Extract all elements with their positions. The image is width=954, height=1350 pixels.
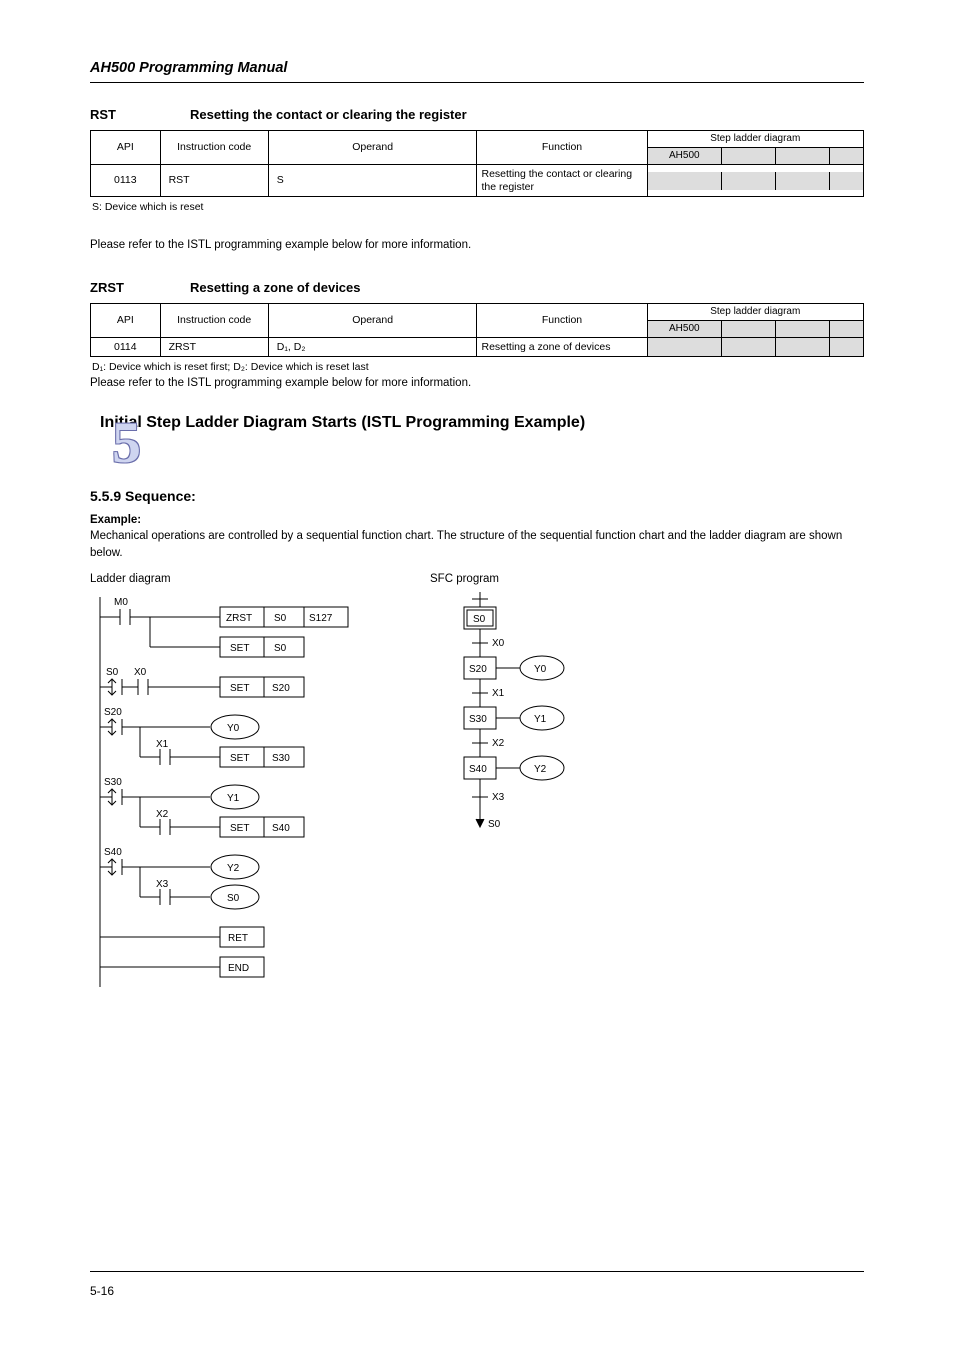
zrst-note1: D₁: Device which is reset first; D₂: Dev… [92,361,864,373]
zrst-api: 0114 [91,337,161,357]
svg-text:Y2: Y2 [227,863,240,874]
svg-text:X1: X1 [492,688,505,699]
svg-text:Y2: Y2 [534,764,547,775]
svg-text:S0: S0 [274,643,287,654]
svg-text:X0: X0 [492,638,505,649]
zrst-heading: ZRST Resetting a zone of devices [90,280,864,295]
st-c0: AH500 [648,148,722,164]
z-st-head: Step ladder diagram [648,304,863,320]
page-number: 5-16 [90,1284,114,1298]
svg-text:ZRST: ZRST [226,613,252,624]
rst-table-body: 0113 RST S Resetting the contact or clea… [90,164,864,197]
header-rule [90,82,864,83]
svg-text:X3: X3 [492,792,505,803]
section-number-icon: 5 [112,414,141,472]
svg-text:SET: SET [230,823,249,834]
svg-text:Y1: Y1 [534,714,547,725]
svg-text:RET: RET [228,933,248,944]
ladder-caption: Ladder diagram [90,573,390,585]
example-text: Mechanical operations are controlled by … [90,528,864,561]
svg-text:S40: S40 [469,764,487,775]
rst-heading: RST Resetting the contact or clearing th… [90,107,864,122]
svg-text:S0: S0 [488,819,501,830]
rst-name: Resetting the contact or clearing the re… [190,107,467,122]
zrst-mnemonic: ZRST [90,280,150,295]
rst-op: S [268,165,477,197]
zrst-fn: Resetting a zone of devices [477,337,647,357]
rst-table: API Instruction code Operand Function St… [90,130,864,165]
example-label: Example: [90,514,864,526]
rst-api: 0113 [91,165,161,197]
zrst-table: API Instruction code Operand Function St… [90,303,864,338]
svg-text:S20: S20 [272,683,290,694]
svg-text:END: END [228,963,249,974]
svg-text:SET: SET [230,643,249,654]
st-c2 [775,148,829,164]
st-c3 [829,148,863,164]
svg-text:S40: S40 [104,847,122,858]
svg-text:S0: S0 [106,667,119,678]
svg-text:S20: S20 [469,664,487,675]
svg-text:Y1: Y1 [227,793,240,804]
zrst-name: Resetting a zone of devices [190,280,361,295]
svg-text:S0: S0 [473,614,486,625]
svg-text:M0: M0 [114,597,128,608]
section-title: Initial Step Ladder Diagram Starts (ISTL… [100,414,864,432]
svg-text:X3: X3 [156,879,169,890]
z-col-api: API [91,303,161,337]
svg-text:Y0: Y0 [534,664,547,675]
svg-text:S20: S20 [104,707,122,718]
svg-text:Y0: Y0 [227,723,240,734]
ladder-diagram: M0 ZRST S0 S127 SET S0 [90,587,390,1007]
z-col-instr: Instruction code [160,303,268,337]
z-col-operand: Operand [268,303,477,337]
svg-text:X2: X2 [492,738,505,749]
col-instr: Instruction code [160,131,268,165]
svg-text:X2: X2 [156,809,169,820]
svg-text:S0: S0 [227,893,240,904]
svg-text:X1: X1 [156,739,169,750]
zrst-code: ZRST [160,337,268,357]
zrst-op: D₁, D₂ [268,337,477,357]
svg-text:SET: SET [230,753,249,764]
zrst-table-body: 0114 ZRST D₁, D₂ Resetting a zone of dev… [90,337,864,358]
svg-text:S30: S30 [469,714,487,725]
st-c1 [721,148,775,164]
rst-fn: Resetting the contact or clearing the re… [477,165,647,197]
svg-text:S40: S40 [272,823,290,834]
rst-mnemonic: RST [90,107,150,122]
zrst-note2: Please refer to the ISTL programming exa… [90,375,864,392]
page-header: AH500 Programming Manual [90,60,864,76]
svg-text:S127: S127 [309,613,333,624]
col-operand: Operand [268,131,477,165]
svg-text:S30: S30 [272,753,290,764]
svg-text:S0: S0 [274,613,287,624]
rst-code: RST [160,165,268,197]
svg-text:S30: S30 [104,777,122,788]
svg-text:SET: SET [230,683,249,694]
z-col-func: Function [477,303,647,337]
sfc-diagram: S0 X0 S20 Y0 X1 S30 Y1 [430,587,650,917]
section-subtitle: 5.5.9 Sequence: [90,488,864,504]
col-func: Function [477,131,647,165]
sfc-caption: SFC program [430,573,650,585]
rst-desc: Please refer to the ISTL programming exa… [90,237,864,254]
svg-text:X0: X0 [134,667,147,678]
st-head: Step ladder diagram [648,131,863,147]
rst-note: S: Device which is reset [92,201,864,213]
footer-rule [90,1271,864,1272]
col-api: API [91,131,161,165]
